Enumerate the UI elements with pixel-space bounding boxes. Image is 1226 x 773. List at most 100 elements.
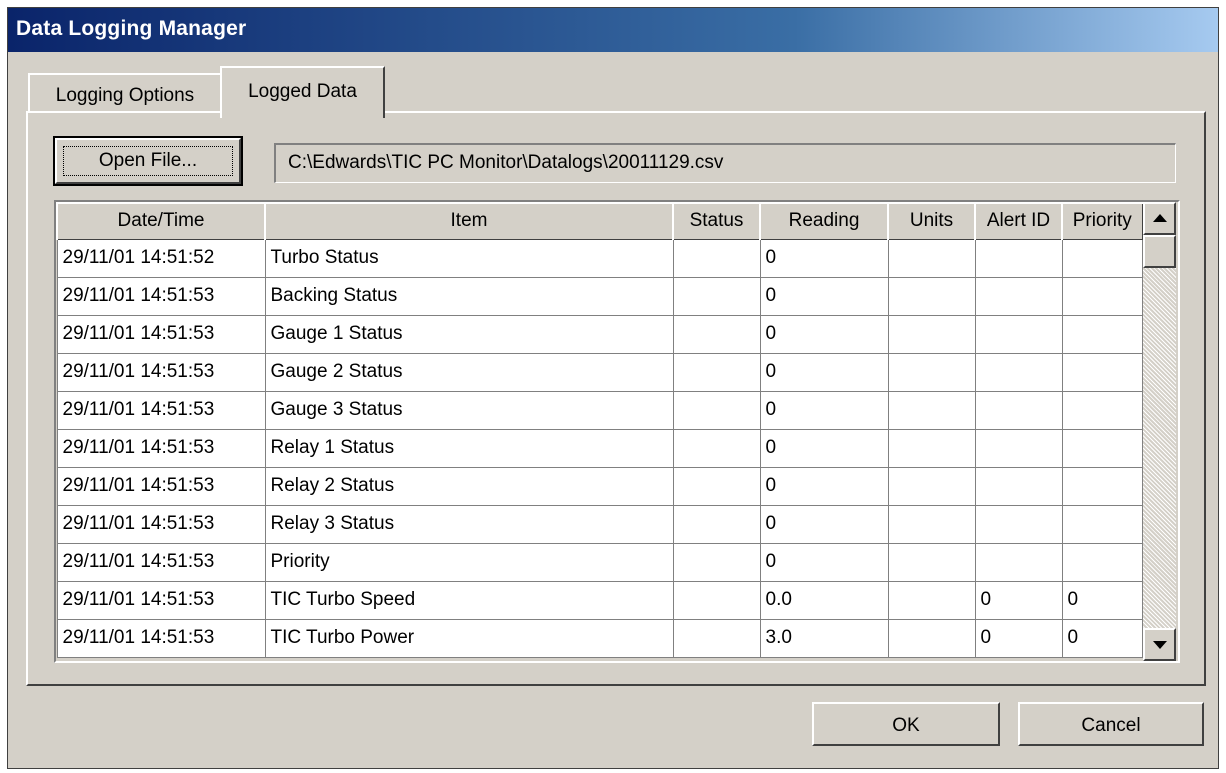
cell-reading: 0 (759, 390, 889, 430)
cell-alert-id (974, 352, 1063, 392)
cell-item: Gauge 1 Status (264, 314, 674, 354)
cell-units (887, 618, 976, 658)
cell-priority: 0 (1061, 618, 1143, 658)
cell-alert-id: 0 (974, 618, 1063, 658)
cell-alert-id (974, 238, 1063, 278)
cell-reading: 0 (759, 466, 889, 506)
scroll-up-button[interactable] (1143, 202, 1176, 235)
cell-date-time: 29/11/01 14:51:53 (56, 314, 266, 354)
cell-units (887, 466, 976, 506)
cell-alert-id (974, 504, 1063, 544)
column-header-priority[interactable]: Priority (1061, 202, 1143, 240)
column-header-status[interactable]: Status (672, 202, 761, 240)
cell-priority (1061, 504, 1143, 544)
cell-units (887, 314, 976, 354)
column-header-reading[interactable]: Reading (759, 202, 889, 240)
cell-alert-id (974, 276, 1063, 316)
open-file-button[interactable]: Open File... (53, 136, 243, 186)
cell-status (672, 238, 761, 278)
cell-reading: 0 (759, 504, 889, 544)
table-row[interactable]: 29/11/01 14:51:53 Relay 1 Status 0 (56, 428, 1143, 468)
cell-status (672, 390, 761, 430)
cell-priority (1061, 314, 1143, 354)
cell-units (887, 390, 976, 430)
logged-data-grid[interactable]: Date/Time Item Status Reading Units Aler… (54, 200, 1180, 663)
vertical-scrollbar[interactable] (1143, 202, 1176, 661)
cell-date-time: 29/11/01 14:51:53 (56, 276, 266, 316)
cancel-button[interactable]: Cancel (1018, 702, 1204, 746)
cell-priority (1061, 238, 1143, 278)
column-header-date-time[interactable]: Date/Time (56, 202, 266, 240)
cell-reading: 0 (759, 542, 889, 582)
table-row[interactable]: 29/11/01 14:51:53 Gauge 3 Status 0 (56, 390, 1143, 430)
cell-units (887, 238, 976, 278)
cell-priority (1061, 428, 1143, 468)
cell-priority: 0 (1061, 580, 1143, 620)
tab-label: Logging Options (55, 85, 195, 106)
table-row[interactable]: 29/11/01 14:51:53 Backing Status 0 (56, 276, 1143, 316)
column-header-item[interactable]: Item (264, 202, 674, 240)
cell-item: Turbo Status (264, 238, 674, 278)
cell-item: Gauge 3 Status (264, 390, 674, 430)
cell-date-time: 29/11/01 14:51:53 (56, 580, 266, 620)
cell-reading: 0 (759, 238, 889, 278)
table-row[interactable]: 29/11/01 14:51:53 TIC Turbo Power 3.0 0 0 (56, 618, 1143, 658)
cell-date-time: 29/11/01 14:51:53 (56, 390, 266, 430)
table-row[interactable]: 29/11/01 14:51:53 Relay 3 Status 0 (56, 504, 1143, 544)
table-row[interactable]: 29/11/01 14:51:53 TIC Turbo Speed 0.0 0 0 (56, 580, 1143, 620)
cell-reading: 0 (759, 276, 889, 316)
cell-units (887, 428, 976, 468)
cell-item: Relay 3 Status (264, 504, 674, 544)
cell-status (672, 580, 761, 620)
file-path-display: C:\Edwards\TIC PC Monitor\Datalogs\20011… (274, 143, 1176, 183)
cell-reading: 0.0 (759, 580, 889, 620)
cell-units (887, 542, 976, 582)
cell-units (887, 276, 976, 316)
table-row[interactable]: 29/11/01 14:51:53 Gauge 1 Status 0 (56, 314, 1143, 354)
header-row: Date/Time Item Status Reading Units Aler… (56, 202, 1143, 240)
cell-item: Backing Status (264, 276, 674, 316)
cell-alert-id (974, 314, 1063, 354)
cell-alert-id (974, 390, 1063, 430)
cell-units (887, 504, 976, 544)
cell-alert-id (974, 542, 1063, 582)
cell-status (672, 466, 761, 506)
cell-status (672, 504, 761, 544)
arrow-up-icon (1153, 214, 1167, 222)
cell-alert-id (974, 428, 1063, 468)
cell-priority (1061, 542, 1143, 582)
table-row[interactable]: 29/11/01 14:51:52 Turbo Status 0 (56, 238, 1143, 278)
scroll-down-button[interactable] (1143, 628, 1176, 661)
cell-date-time: 29/11/01 14:51:52 (56, 238, 266, 278)
cell-status (672, 428, 761, 468)
cell-item: TIC Turbo Speed (264, 580, 674, 620)
title-bar[interactable]: Data Logging Manager (8, 8, 1218, 52)
cell-date-time: 29/11/01 14:51:53 (56, 618, 266, 658)
cell-item: Priority (264, 542, 674, 582)
cell-status (672, 276, 761, 316)
cell-alert-id (974, 466, 1063, 506)
table-row[interactable]: 29/11/01 14:51:53 Priority 0 (56, 542, 1143, 582)
tab-logged-data[interactable]: Logged Data (220, 66, 385, 118)
cell-item: TIC Turbo Power (264, 618, 674, 658)
data-table: Date/Time Item Status Reading Units Aler… (56, 202, 1143, 658)
open-file-label: Open File... (98, 150, 198, 171)
column-header-alert-id[interactable]: Alert ID (974, 202, 1063, 240)
ok-label: OK (892, 715, 920, 736)
tab-logging-options[interactable]: Logging Options (28, 73, 222, 113)
cell-item: Gauge 2 Status (264, 352, 674, 392)
scroll-thumb[interactable] (1143, 235, 1176, 268)
data-logging-manager-window: Data Logging Manager Logging Options Log… (7, 7, 1219, 769)
cell-priority (1061, 352, 1143, 392)
cancel-label: Cancel (1081, 715, 1141, 736)
ok-button[interactable]: OK (812, 702, 1000, 746)
cell-status (672, 352, 761, 392)
cell-priority (1061, 390, 1143, 430)
arrow-down-icon (1153, 641, 1167, 649)
window-title: Data Logging Manager (16, 17, 247, 40)
table-row[interactable]: 29/11/01 14:51:53 Relay 2 Status 0 (56, 466, 1143, 506)
cell-status (672, 314, 761, 354)
cell-units (887, 352, 976, 392)
column-header-units[interactable]: Units (887, 202, 976, 240)
table-row[interactable]: 29/11/01 14:51:53 Gauge 2 Status 0 (56, 352, 1143, 392)
